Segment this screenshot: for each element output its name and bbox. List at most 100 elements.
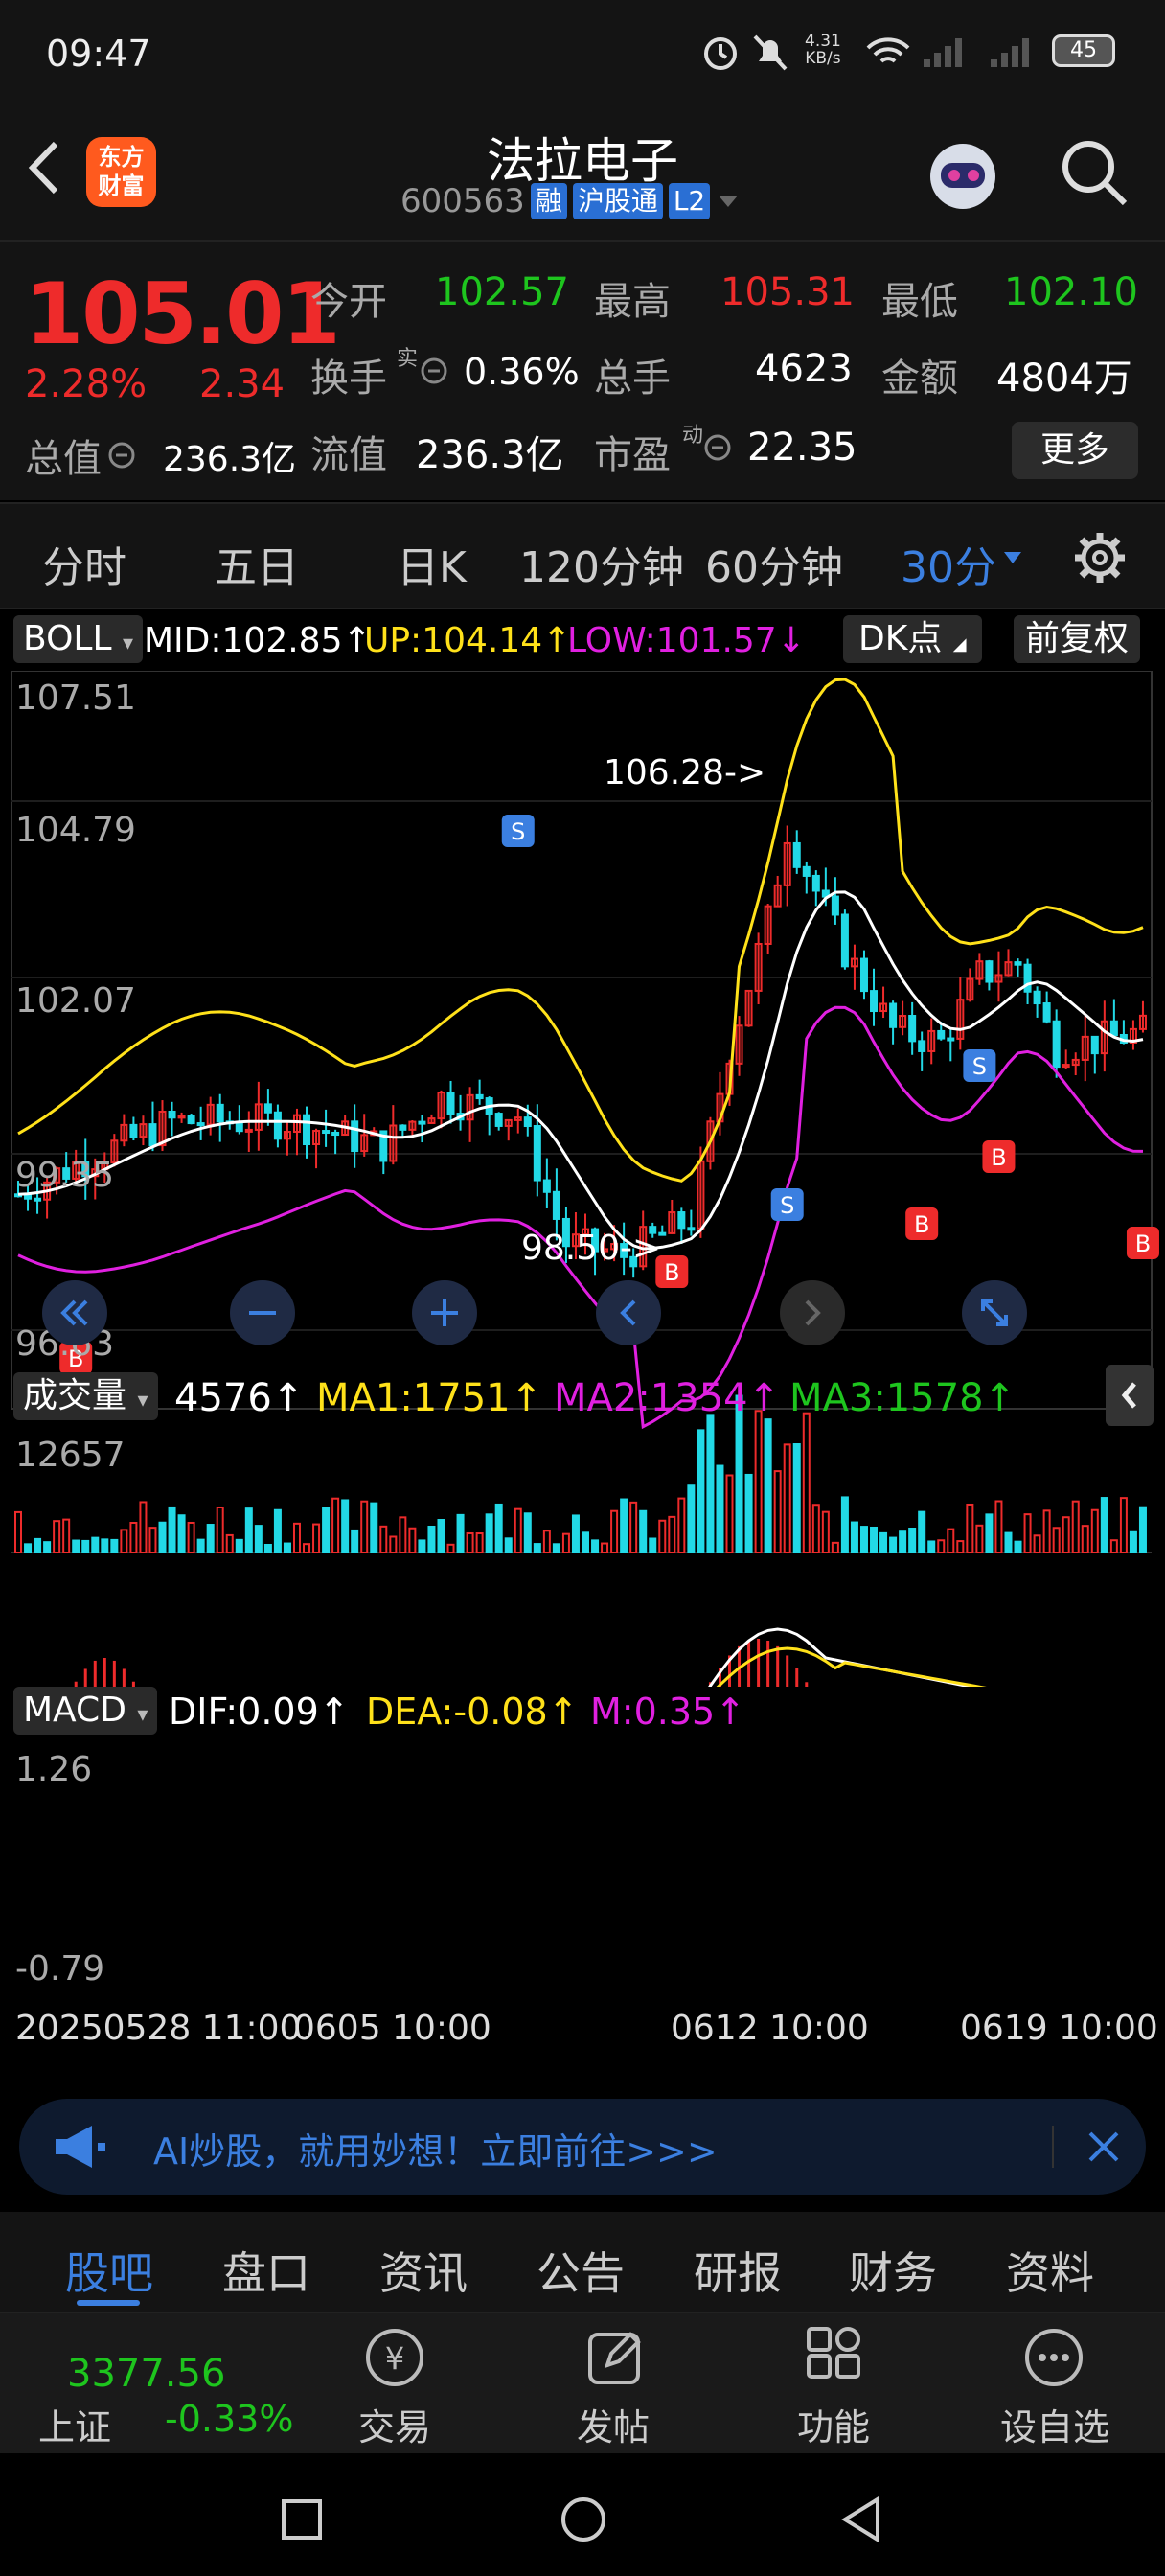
volume-bar <box>283 1542 291 1553</box>
dropdown-icon <box>1004 552 1021 564</box>
volume-bar <box>561 1532 570 1553</box>
dock-post[interactable]: 发帖 <box>577 2398 650 2450</box>
more-button[interactable]: 更多 <box>1012 422 1138 479</box>
candle-body <box>1052 1020 1061 1069</box>
candle-body <box>831 895 839 916</box>
scroll-left-fast-icon[interactable] <box>40 1278 109 1347</box>
boll-up: UP:104.14↑ <box>364 621 572 660</box>
dock-functions[interactable]: 功能 <box>797 2398 870 2450</box>
back-icon[interactable] <box>835 2494 887 2545</box>
bottom-dock: 3377.56 上证 -0.33% ¥ 交易 发帖 功能 设自选 <box>0 2312 1165 2453</box>
volume-bar <box>370 1502 378 1554</box>
volume-value: 4623 <box>755 347 853 391</box>
wifi-icon <box>866 37 910 63</box>
functions-icon[interactable] <box>799 2323 868 2392</box>
ad-banner[interactable]: AI炒股，就用妙想！立即前往>>> <box>19 2099 1146 2195</box>
candle-body <box>908 1015 917 1043</box>
tab-profile[interactable]: 资料 <box>1006 2239 1094 2302</box>
trade-icon[interactable]: ¥ <box>360 2323 429 2392</box>
tab-guba[interactable]: 股吧 <box>65 2239 153 2302</box>
tab-announcement[interactable]: 公告 <box>537 2239 625 2302</box>
last-price: 105.01 <box>25 264 341 363</box>
volume-bar <box>139 1501 148 1553</box>
tab-60min[interactable]: 60分钟 <box>705 533 843 594</box>
dock-add-watchlist[interactable]: 设自选 <box>1000 2398 1109 2450</box>
tab-finance[interactable]: 财务 <box>849 2239 937 2302</box>
volume-bar <box>14 1510 22 1553</box>
collapse-panel-icon[interactable] <box>1106 1365 1154 1426</box>
scroll-left-icon[interactable] <box>594 1278 663 1347</box>
volume-bar <box>706 1414 715 1553</box>
tab-five-day[interactable]: 五日 <box>215 533 299 594</box>
tab-daily-k[interactable]: 日K <box>397 533 467 594</box>
scroll-right-icon[interactable] <box>778 1278 847 1347</box>
turnover-superscript: 实 <box>397 347 419 371</box>
price-axis-label: 102.07 <box>15 981 136 1021</box>
tab-pankou[interactable]: 盘口 <box>222 2239 310 2302</box>
tab-intraday[interactable]: 分时 <box>42 533 126 594</box>
net-speed: 4.31 KB/s <box>805 32 841 68</box>
volume-indicator-selector[interactable]: 成交量 ▾ <box>13 1372 158 1420</box>
dock-trade[interactable]: 交易 <box>358 2398 431 2450</box>
tab-news[interactable]: 资讯 <box>379 2239 468 2302</box>
macd-dif-line <box>708 1627 978 1687</box>
float-cap-value: 236.3亿 <box>416 433 564 477</box>
volume-bar <box>764 1418 772 1553</box>
volume-bar <box>322 1506 331 1553</box>
float-cap-label: 流值 <box>310 433 387 477</box>
home-icon[interactable] <box>558 2494 609 2545</box>
fullscreen-icon[interactable] <box>960 1278 1029 1347</box>
turnover-value: 0.36% <box>464 351 580 393</box>
volume-bar <box>408 1527 417 1553</box>
ad-text[interactable]: AI炒股，就用妙想！立即前往>>> <box>153 2122 718 2174</box>
kline-chart-area[interactable]: BOLL ▾ MID:102.85↑ UP:104.14↑ LOW:101.57… <box>0 610 1165 2078</box>
volume-bar <box>1062 1516 1070 1554</box>
volume-bar <box>418 1539 426 1553</box>
info-icon[interactable] <box>107 441 136 470</box>
volume-bar <box>687 1484 696 1553</box>
search-icon[interactable] <box>1058 136 1131 209</box>
info-icon-pe[interactable] <box>703 433 732 462</box>
volume-bar <box>629 1501 638 1553</box>
volume-bar <box>456 1513 465 1553</box>
change-amount: 2.34 <box>199 362 286 406</box>
macd-indicator-selector[interactable]: MACD ▾ <box>13 1687 158 1735</box>
boll-indicator-selector[interactable]: BOLL ▾ <box>13 615 144 663</box>
zoom-out-icon[interactable] <box>228 1278 297 1347</box>
volume-bar <box>72 1539 80 1554</box>
macd-dif: DIF:0.09↑ <box>169 1690 350 1733</box>
volume-bar <box>62 1518 71 1554</box>
candle-body <box>811 874 820 892</box>
volume-bar <box>697 1429 705 1554</box>
info-icon-turnover[interactable] <box>420 356 448 385</box>
volume-bar <box>216 1506 224 1553</box>
post-icon[interactable] <box>581 2323 650 2392</box>
volume-bar <box>1138 1506 1147 1554</box>
candle-body <box>187 1115 195 1125</box>
date-label: 0612 10:00 <box>671 2009 869 2048</box>
candle-body <box>399 1124 407 1131</box>
stock-code: 600563 <box>400 182 525 220</box>
index-name[interactable]: 上证 <box>38 2398 111 2450</box>
adjust-button[interactable]: 前复权 <box>1014 615 1141 663</box>
more-dots-icon[interactable] <box>1019 2323 1088 2392</box>
volume-bar <box>1119 1497 1128 1553</box>
index-value[interactable]: 3377.56 <box>67 2352 225 2396</box>
volume-label: 总手 <box>594 356 671 401</box>
tab-30min[interactable]: 30分 <box>901 533 996 594</box>
recent-apps-icon[interactable] <box>278 2496 326 2543</box>
volume-bar <box>273 1508 282 1553</box>
volume-bar <box>831 1541 839 1554</box>
dk-point-button[interactable]: DK点 ◢ <box>843 615 982 663</box>
stock-code-line[interactable]: 600563 融 沪股通 L2 <box>400 182 741 220</box>
tab-120min[interactable]: 120分钟 <box>519 533 684 594</box>
robot-avatar-icon[interactable] <box>920 134 1006 215</box>
candle-body <box>870 990 879 1013</box>
volume-bar <box>918 1510 926 1554</box>
gear-icon[interactable] <box>1071 529 1129 586</box>
close-icon[interactable] <box>1085 2128 1123 2166</box>
tab-research[interactable]: 研报 <box>694 2239 782 2302</box>
tag-connect: 沪股通 <box>572 183 663 219</box>
volume-bar <box>552 1543 560 1553</box>
zoom-in-icon[interactable] <box>410 1278 479 1347</box>
